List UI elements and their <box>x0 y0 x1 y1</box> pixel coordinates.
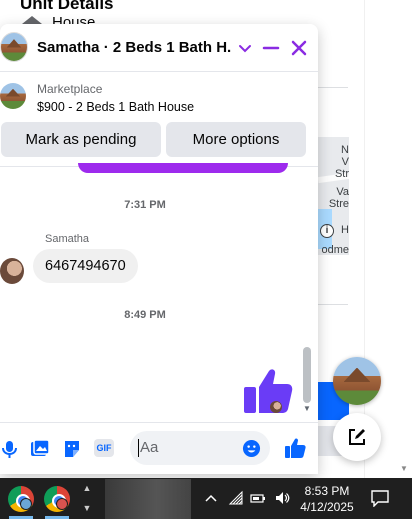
conversation-title[interactable]: Samatha · 2 Beds 1 Bath H... <box>37 39 232 56</box>
battery-icon[interactable] <box>250 490 266 506</box>
profile-badge-icon <box>56 498 68 510</box>
read-receipt-avatar <box>270 401 282 413</box>
volume-icon[interactable] <box>274 490 290 506</box>
taskbar-scroll[interactable]: ▲ ▼ <box>80 479 94 519</box>
network-icon[interactable] <box>228 490 244 506</box>
map-label: Stre <box>328 198 349 210</box>
gif-icon[interactable]: GIF <box>94 439 114 457</box>
section-divider <box>318 87 348 88</box>
clock-time: 8:53 PM <box>304 484 350 498</box>
compose-icon <box>349 429 365 445</box>
photo-icon[interactable] <box>30 439 50 459</box>
chevron-down-icon[interactable] <box>233 36 257 60</box>
thumbs-up-icon[interactable] <box>242 365 294 417</box>
profile-badge-icon <box>20 498 32 510</box>
location-map[interactable]: N V Str Va Stre H odme <box>318 137 349 255</box>
text-cursor <box>138 439 139 457</box>
like-button-icon[interactable] <box>284 437 306 459</box>
clock-date: 4/12/2025 <box>300 500 354 514</box>
message-thread[interactable]: 7:31 PM Samatha 6467494670 8:49 PM <box>0 163 318 417</box>
minimized-chat-avatar[interactable] <box>333 357 381 405</box>
taskbar-app-preview[interactable] <box>105 479 191 519</box>
emoji-icon[interactable] <box>242 439 261 458</box>
sticker-icon[interactable] <box>62 439 82 459</box>
sender-avatar[interactable] <box>0 258 24 284</box>
scroll-down-arrow-icon[interactable]: ▼ <box>400 464 408 473</box>
microphone-icon[interactable] <box>0 439 20 459</box>
message-input-placeholder: Aa <box>140 439 159 456</box>
chat-scroll-down-icon[interactable]: ▼ <box>303 404 311 413</box>
listing-title[interactable]: $900 - 2 Beds 1 Bath House <box>37 100 194 114</box>
map-label: odme <box>321 244 349 256</box>
windows-taskbar: ▲ ▼ 8:53 PM 4/12/2025 <box>0 478 412 519</box>
show-hidden-icons-icon[interactable] <box>203 490 219 506</box>
message-timestamp: 8:49 PM <box>124 309 166 321</box>
section-divider <box>318 304 348 305</box>
map-info-icon[interactable]: i <box>320 224 334 238</box>
new-message-button[interactable] <box>333 413 381 461</box>
received-message-bubble[interactable]: 6467494670 <box>33 249 138 283</box>
page-scrollbar[interactable] <box>364 0 412 478</box>
listing-thumbnail[interactable] <box>0 83 26 109</box>
message-composer: GIF Aa <box>0 422 318 474</box>
chevron-down-icon[interactable]: ▼ <box>80 503 94 513</box>
sent-message-bubble[interactable] <box>78 163 288 173</box>
conversation-avatar[interactable] <box>0 32 28 62</box>
chat-header[interactable]: Samatha · 2 Beds 1 Bath H... <box>0 24 318 72</box>
map-label: Va <box>336 186 349 198</box>
sender-name: Samatha <box>45 233 90 245</box>
map-label: V <box>341 156 349 168</box>
mark-as-pending-button[interactable]: Mark as pending <box>1 122 161 157</box>
close-icon[interactable] <box>287 36 311 60</box>
messenger-chat-window: Samatha · 2 Beds 1 Bath H... Marketplace… <box>0 24 318 474</box>
message-timestamp: 7:31 PM <box>124 199 166 211</box>
more-options-button[interactable]: More options <box>166 122 306 157</box>
map-label: H <box>341 224 349 236</box>
system-clock[interactable]: 8:53 PM 4/12/2025 <box>296 483 358 515</box>
minimize-icon[interactable] <box>259 36 283 60</box>
notification-center-icon[interactable] <box>370 489 390 507</box>
chat-scrollbar-thumb[interactable] <box>303 347 311 403</box>
listing-source-label: Marketplace <box>37 82 103 96</box>
chevron-up-icon[interactable]: ▲ <box>80 483 94 493</box>
map-label: N <box>341 144 349 156</box>
unit-details-heading: Unit Details <box>20 0 114 13</box>
map-label: Str <box>334 168 349 180</box>
